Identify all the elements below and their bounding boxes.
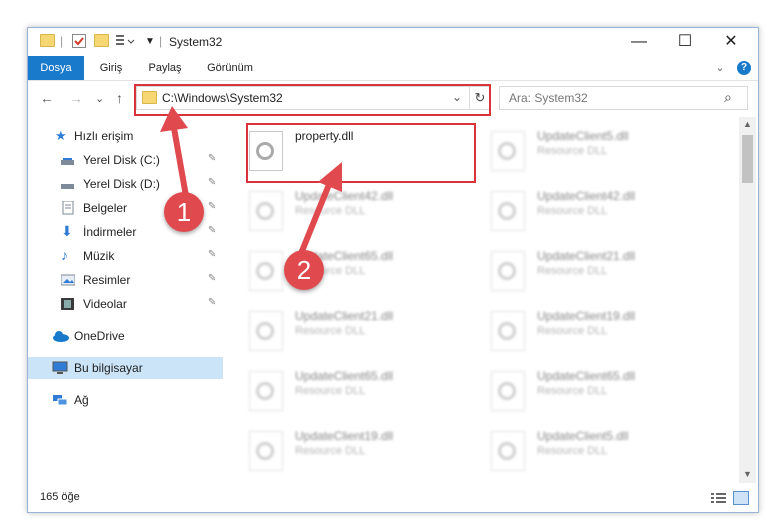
arrow-1-head <box>160 106 188 132</box>
step-2-badge: 2 <box>284 250 324 290</box>
step-1-badge: 1 <box>164 192 204 232</box>
arrow-1 <box>171 127 189 197</box>
annotation-arrows <box>160 106 342 258</box>
arrow-2 <box>297 180 333 258</box>
